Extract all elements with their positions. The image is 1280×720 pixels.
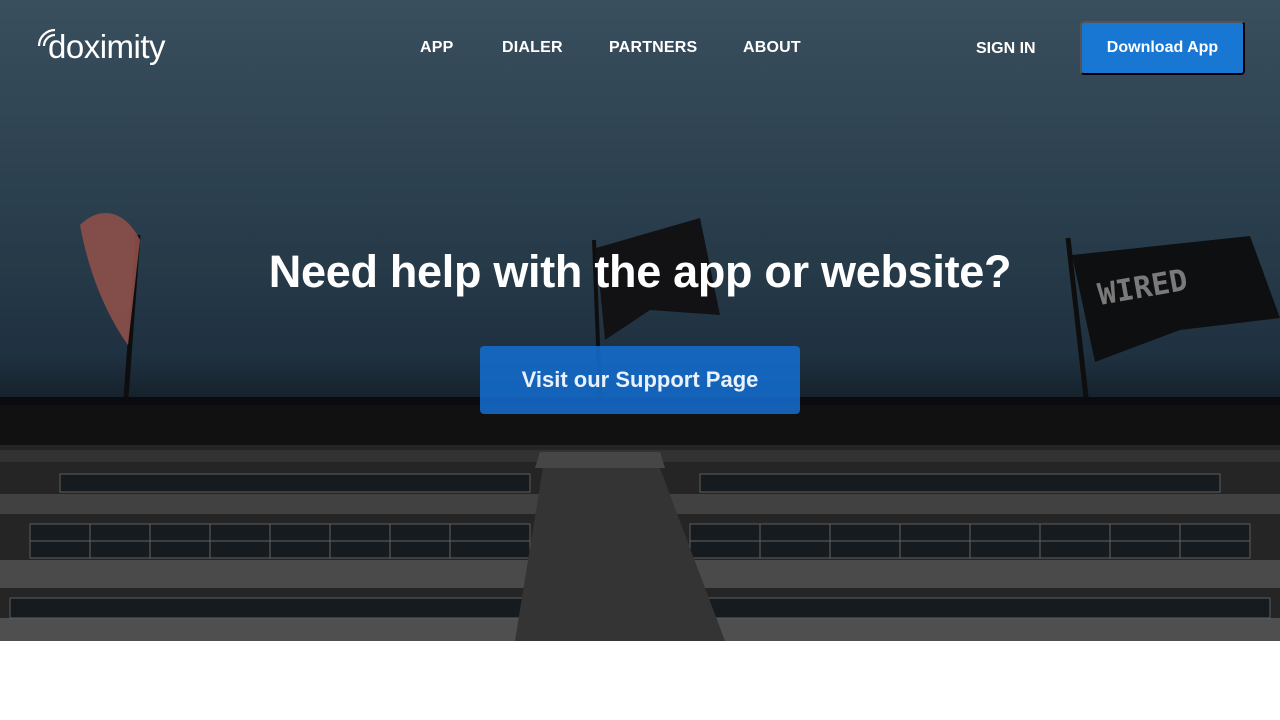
nav-link-partners[interactable]: PARTNERS bbox=[609, 38, 697, 58]
download-app-button[interactable]: Download App bbox=[1080, 21, 1245, 75]
nav-link-app[interactable]: APP bbox=[420, 38, 454, 58]
logo-text: doximity bbox=[48, 28, 166, 65]
nav-link-about[interactable]: ABOUT bbox=[743, 38, 801, 58]
hero-title: Need help with the app or website? bbox=[268, 246, 1012, 297]
nav-link-dialer[interactable]: DIALER bbox=[502, 38, 563, 58]
hero-overlay bbox=[0, 0, 1280, 641]
hero-section: WIRED bbox=[0, 0, 1280, 641]
sign-in-link[interactable]: SIGN IN bbox=[976, 39, 1036, 59]
support-page-button[interactable]: Visit our Support Page bbox=[480, 346, 800, 414]
